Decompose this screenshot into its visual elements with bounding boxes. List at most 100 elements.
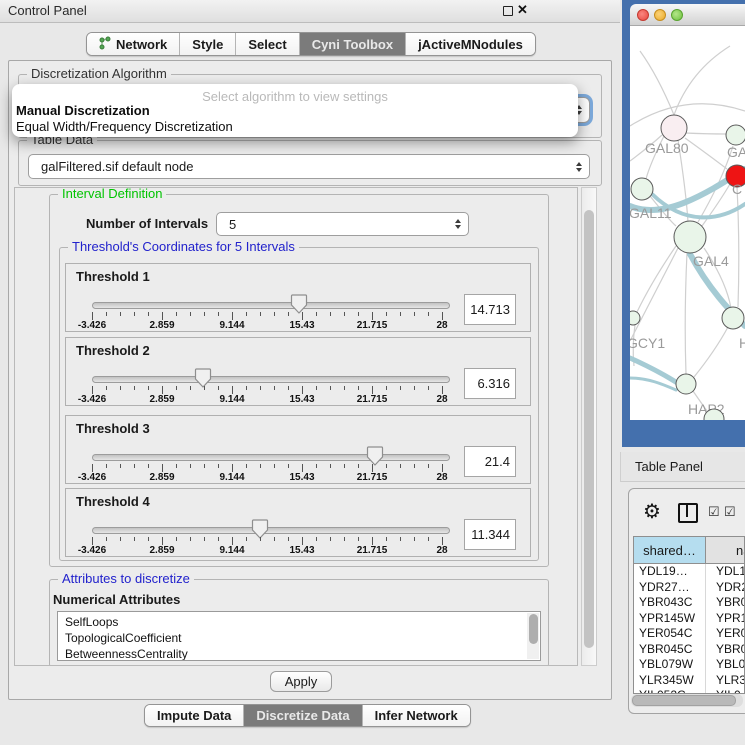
algorithm-option-equal-width-frequency-discretization[interactable]: Equal Width/Frequency Discretization <box>14 119 576 135</box>
threshold-value-field[interactable]: 11.344 <box>464 519 516 550</box>
threshold-panel-4: Threshold 4-3.4262.8599.14415.4321.71528… <box>65 488 531 557</box>
cell-shared-name: YBL079W <box>634 657 706 673</box>
table-row[interactable]: YBL079WYBL0 <box>634 657 744 673</box>
network-edge <box>694 327 728 377</box>
network-canvas[interactable]: GAL80GACGAL11GAL4GCY1HHAP2 <box>630 26 745 420</box>
table-panel-title: Table Panel <box>635 459 703 474</box>
slider-thumb[interactable] <box>194 368 212 388</box>
settings-vertical-scrollbar[interactable] <box>581 187 597 666</box>
bottom-tab-discretize-data[interactable]: Discretize Data <box>244 705 362 726</box>
cell-shared-name: YDL19… <box>634 564 706 580</box>
threshold-label: Threshold 2 <box>76 343 150 358</box>
threshold-label: Threshold 1 <box>76 269 150 284</box>
slider-tick-labels: -3.4262.8599.14415.4321.71528 <box>92 320 442 331</box>
tab-network[interactable]: Network <box>87 33 180 55</box>
table-row[interactable]: YBR045CYBR0 <box>634 642 744 658</box>
network-graph[interactable]: GAL80GACGAL11GAL4GCY1HHAP2 <box>630 26 745 420</box>
table-row[interactable]: YDR27…YDR2 <box>634 580 744 596</box>
slider-thumb[interactable] <box>251 519 269 539</box>
table-row[interactable]: YLR345WYLR3 <box>634 673 744 689</box>
network-node-gcy1[interactable] <box>630 311 640 325</box>
attribute-item-selfloops[interactable]: SelfLoops <box>58 614 540 630</box>
screen: Control Panel ✕ NetworkStyleSelectCyni T… <box>0 0 745 745</box>
bottom-tab-impute-data-label: Impute Data <box>157 708 231 723</box>
threshold-slider-track[interactable] <box>92 376 450 383</box>
combo-stepper-icon <box>455 219 461 229</box>
minimize-traffic-light-icon[interactable] <box>654 9 666 21</box>
tab-select-label: Select <box>248 37 286 52</box>
tick-label: 21.715 <box>357 472 388 483</box>
column-header-name[interactable]: na <box>706 537 744 563</box>
network-node-gal4[interactable] <box>674 221 706 253</box>
gear-icon[interactable]: ⚙ <box>643 499 661 524</box>
column-layout-icon[interactable] <box>678 503 698 523</box>
num-intervals-combo[interactable]: 5 <box>216 212 469 236</box>
network-edge <box>685 133 726 134</box>
cell-name: YPR1 <box>706 611 744 627</box>
threshold-slider-track[interactable] <box>92 527 450 534</box>
bottom-tab-infer-network-label: Infer Network <box>375 708 458 723</box>
scrollbar-thumb[interactable] <box>584 210 594 648</box>
tab-style[interactable]: Style <box>180 33 236 55</box>
slider-thumb[interactable] <box>290 294 308 314</box>
threshold-label: Threshold 4 <box>76 494 150 509</box>
algorithm-option-manual-discretization[interactable]: Manual Discretization <box>14 103 576 119</box>
network-node-hap2[interactable] <box>676 374 696 394</box>
slider-thumb[interactable] <box>366 446 384 466</box>
threshold-label: Threshold 3 <box>76 421 150 436</box>
table-data-combo[interactable]: galFiltered.sif default node <box>28 154 590 179</box>
apply-button[interactable]: Apply <box>270 671 332 692</box>
interval-group-title: Interval Definition <box>58 187 166 201</box>
threshold-value-field[interactable]: 6.316 <box>464 368 516 399</box>
cell-name: YLR3 <box>706 673 744 689</box>
attribute-item-topologicalcoefficient[interactable]: TopologicalCoefficient <box>58 630 540 646</box>
tick-label: 9.144 <box>219 320 244 331</box>
table-header-row: shared… na <box>634 537 744 564</box>
network-window-titlebar[interactable] <box>630 4 745 26</box>
select-all-checkbox-icon[interactable]: ☑ <box>724 504 737 520</box>
attribute-item-betweennesscentrality[interactable]: BetweennessCentrality <box>58 646 540 661</box>
select-columns-checkbox-icon[interactable]: ☑ <box>708 504 721 520</box>
tick-label: -3.426 <box>78 320 106 331</box>
close-traffic-light-icon[interactable] <box>637 9 649 21</box>
float-window-icon[interactable] <box>503 6 513 16</box>
network-node-node-right-mid[interactable] <box>722 307 744 329</box>
column-header-shared[interactable]: shared… <box>634 537 706 563</box>
network-node-gal80[interactable] <box>661 115 687 141</box>
table-horizontal-scrollbar[interactable] <box>631 694 743 707</box>
threshold-value-field[interactable]: 21.4 <box>464 446 516 477</box>
network-node-label: GA <box>727 144 745 160</box>
attribute-list[interactable]: SelfLoopsTopologicalCoefficientBetweenne… <box>57 611 541 661</box>
bottom-tab-infer-network[interactable]: Infer Network <box>363 705 470 726</box>
network-node-label: GAL11 <box>630 205 672 221</box>
threshold-slider-track[interactable] <box>92 302 450 309</box>
algorithm-group-title: Discretization Algorithm <box>27 67 171 81</box>
tick-label: -3.426 <box>78 545 106 556</box>
tick-label: 28 <box>436 394 447 405</box>
network-node-node-top-right[interactable] <box>726 125 745 145</box>
threshold-panel-2: Threshold 2-3.4262.8599.14415.4321.71528… <box>65 337 531 406</box>
threshold-value-field[interactable]: 14.713 <box>464 294 516 325</box>
table-row[interactable]: YBR043CYBR0 <box>634 595 744 611</box>
attribute-list-scrollbar[interactable] <box>527 613 539 659</box>
tab-network-label: Network <box>116 37 167 52</box>
threshold-slider-track[interactable] <box>92 454 450 461</box>
node-table[interactable]: shared… na YDL19…YDL1YDR27…YDR2YBR043CYB… <box>633 536 745 694</box>
table-row[interactable]: YDL19…YDL1 <box>634 564 744 580</box>
network-node-gal11[interactable] <box>631 178 653 200</box>
tab-jactivemnodules[interactable]: jActiveMNodules <box>406 33 535 55</box>
zoom-traffic-light-icon[interactable] <box>671 9 683 21</box>
tab-cyni-toolbox[interactable]: Cyni Toolbox <box>300 33 406 55</box>
close-icon[interactable]: ✕ <box>517 2 528 18</box>
tab-select[interactable]: Select <box>236 33 299 55</box>
table-row[interactable]: YER054CYER0 <box>634 626 744 642</box>
tick-label: 15.43 <box>289 472 314 483</box>
network-tab-icon <box>99 36 111 53</box>
network-window: GAL80GACGAL11GAL4GCY1HHAP2 <box>622 0 745 447</box>
bottom-tab-impute-data[interactable]: Impute Data <box>145 705 244 726</box>
table-row[interactable]: YPR145WYPR1 <box>634 611 744 627</box>
algorithm-option-list: Manual DiscretizationEqual Width/Frequen… <box>14 103 576 135</box>
top-tab-bar: Network Style Select Cyni ToolboxjActiveMNo… <box>86 32 536 56</box>
tick-label: 21.715 <box>357 394 388 405</box>
scrollbar-thumb[interactable] <box>632 695 736 706</box>
